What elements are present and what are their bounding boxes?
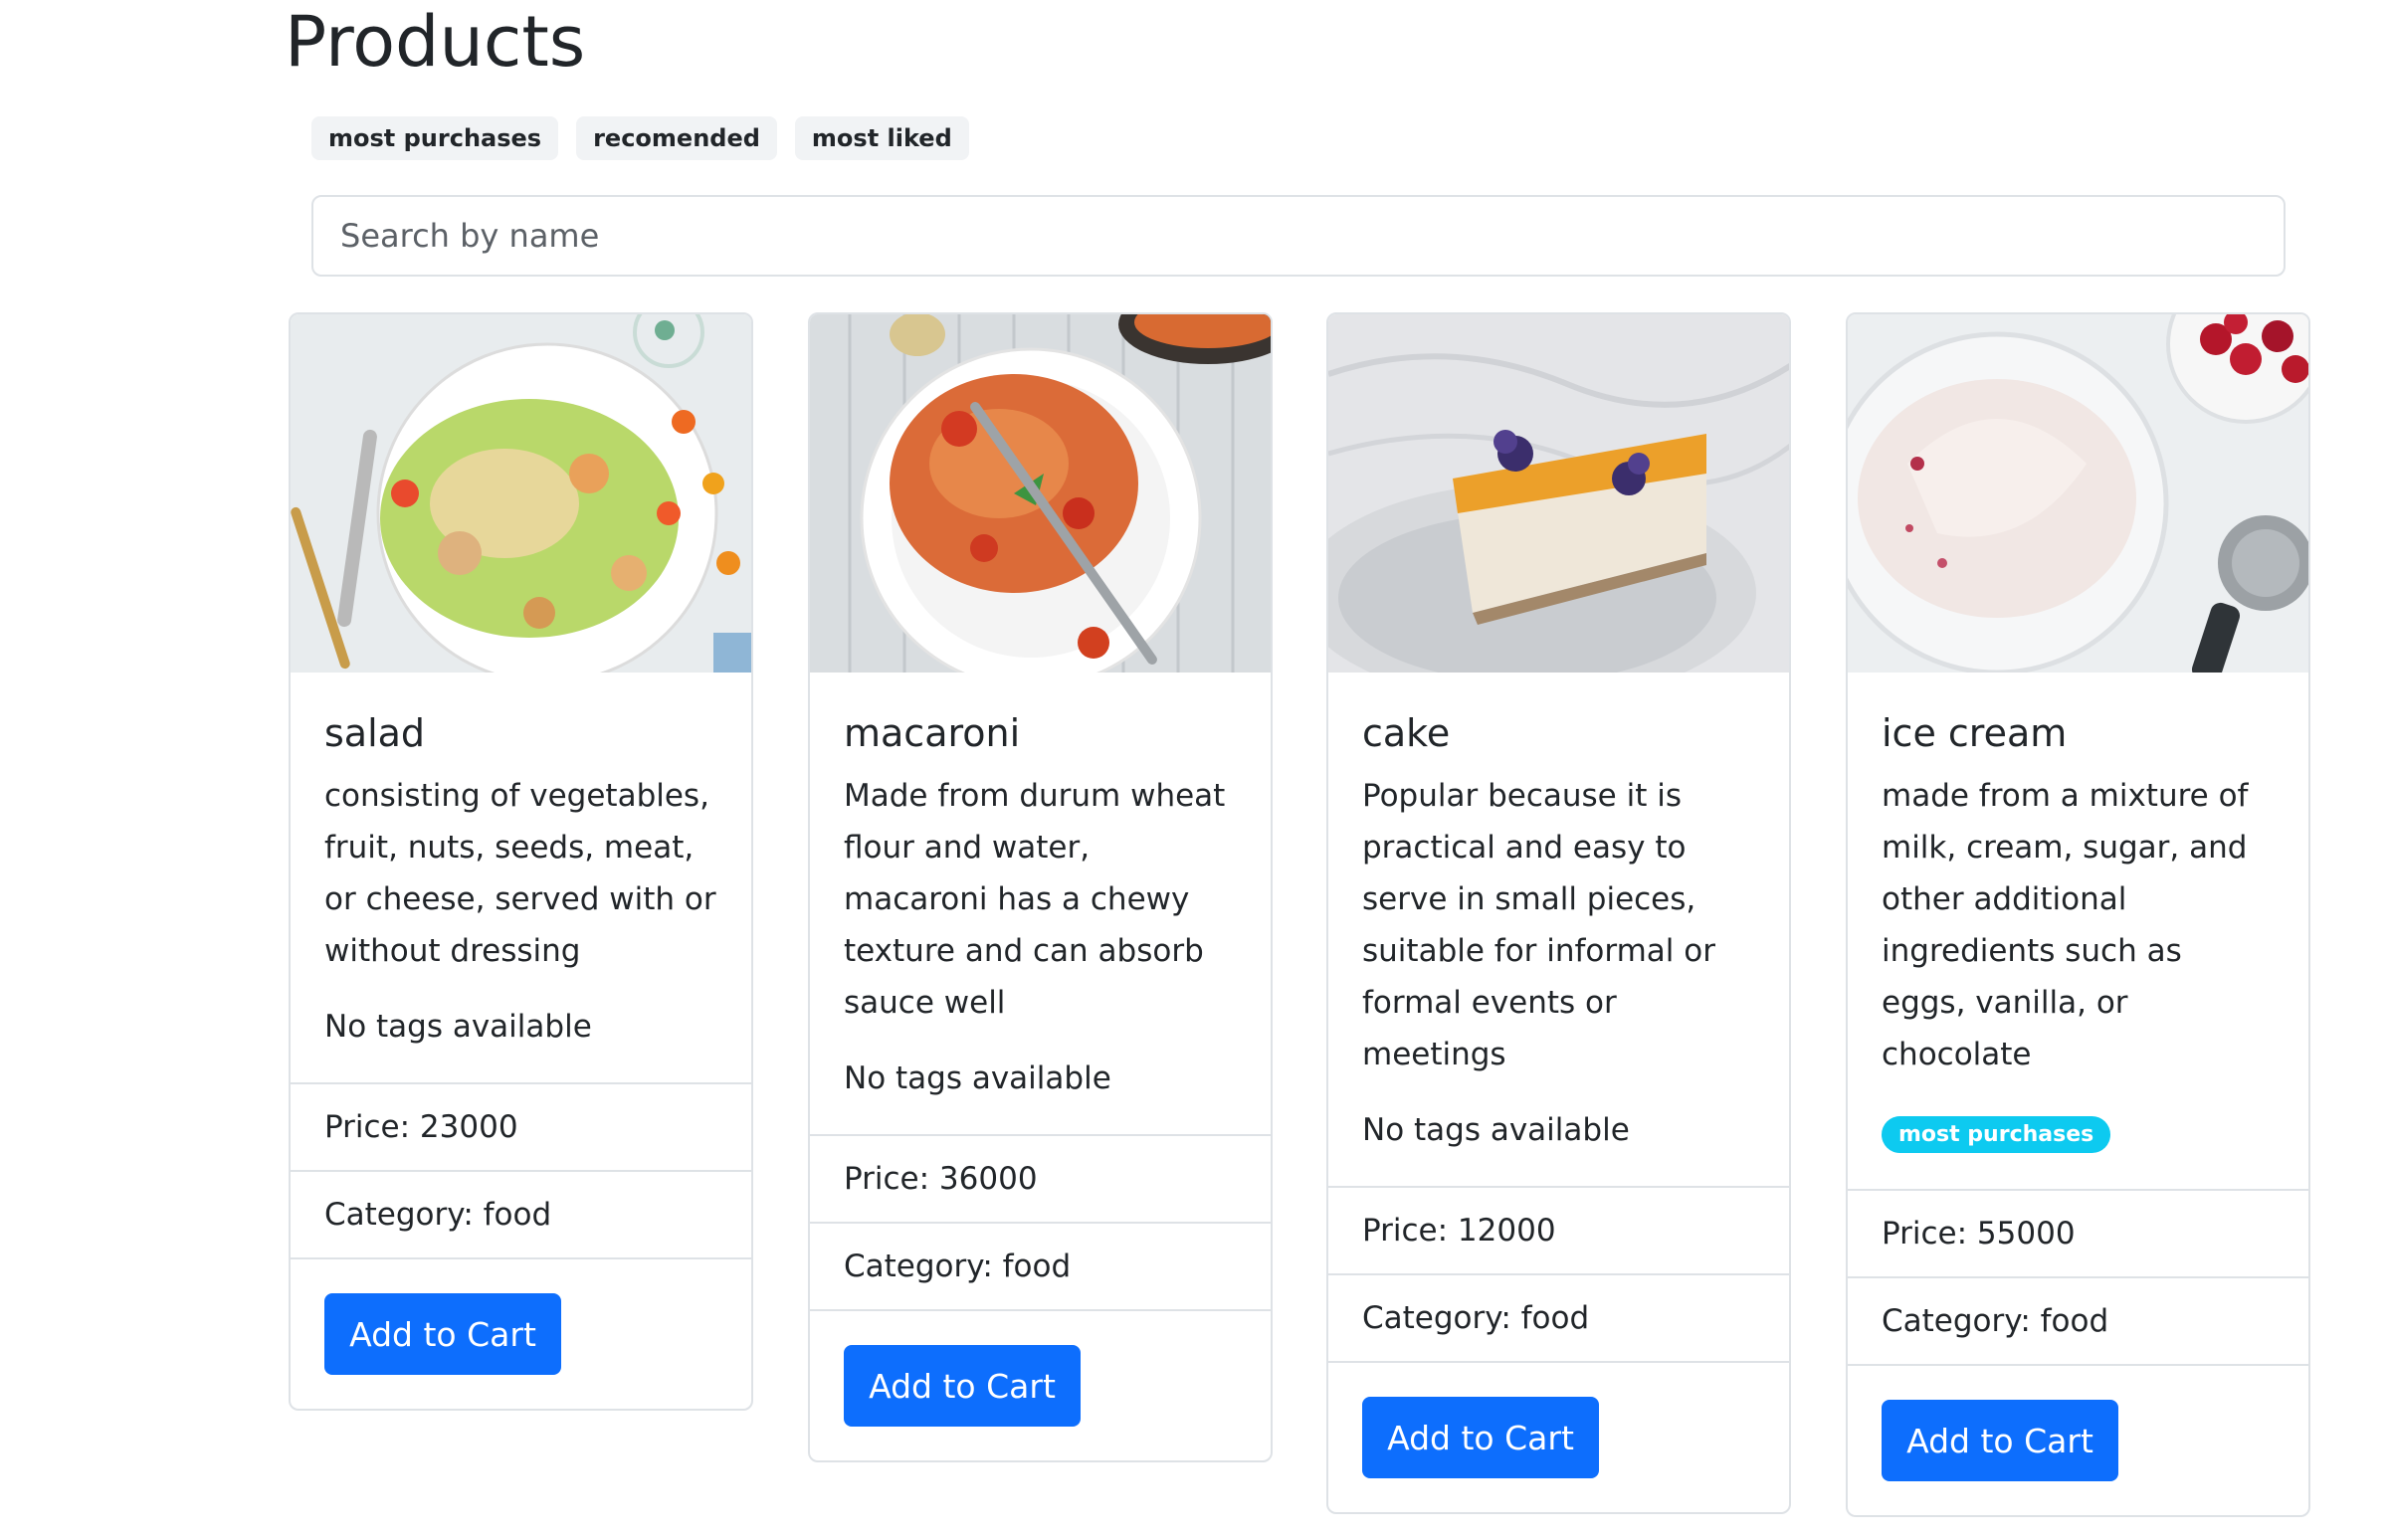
- product-image-cake: [1328, 314, 1789, 673]
- card-footer: Add to Cart: [1328, 1361, 1789, 1512]
- product-price: Price: 36000: [810, 1134, 1271, 1222]
- search-input[interactable]: [311, 195, 2286, 277]
- page-title: Products: [285, 1, 586, 83]
- add-to-cart-button[interactable]: Add to Cart: [1882, 1400, 2118, 1481]
- product-card-macaroni: macaroni Made from durum wheat flour and…: [808, 312, 1273, 1462]
- product-category: Category: food: [1328, 1273, 1789, 1361]
- tag-badge: most purchases: [1882, 1116, 2111, 1153]
- product-card-ice-cream: ice cream made from a mixture of milk, c…: [1846, 312, 2310, 1517]
- add-to-cart-button[interactable]: Add to Cart: [324, 1293, 561, 1375]
- card-body: macaroni Made from durum wheat flour and…: [810, 673, 1271, 1134]
- product-description: Made from durum wheat flour and water, m…: [844, 778, 1226, 1021]
- product-category: Category: food: [810, 1222, 1271, 1309]
- card-body: ice cream made from a mixture of milk, c…: [1848, 673, 2308, 1189]
- product-description: made from a mixture of milk, cream, suga…: [1882, 778, 2249, 1072]
- no-tags-text: No tags available: [1362, 1112, 1630, 1148]
- product-name: salad: [324, 711, 426, 755]
- product-category: Category: food: [1848, 1276, 2308, 1364]
- filter-most-purchases-button[interactable]: most purchases: [311, 116, 559, 160]
- product-name: macaroni: [844, 711, 1021, 755]
- product-price: Price: 23000: [291, 1082, 751, 1170]
- product-name: cake: [1362, 711, 1451, 755]
- product-price: Price: 55000: [1848, 1189, 2308, 1276]
- product-category: Category: food: [291, 1170, 751, 1257]
- card-footer: Add to Cart: [1848, 1364, 2308, 1515]
- card-body: salad consisting of vegetables, fruit, n…: [291, 673, 751, 1082]
- add-to-cart-button[interactable]: Add to Cart: [844, 1345, 1081, 1427]
- product-image-ice-cream: [1848, 314, 2308, 673]
- product-card-salad: salad consisting of vegetables, fruit, n…: [289, 312, 753, 1411]
- filter-bar: most purchases recomended most liked: [311, 116, 969, 160]
- filter-recomended-button[interactable]: recomended: [576, 116, 777, 160]
- product-description: Popular because it is practical and easy…: [1362, 778, 1715, 1072]
- filter-most-liked-button[interactable]: most liked: [794, 116, 969, 160]
- product-name: ice cream: [1882, 711, 2068, 755]
- add-to-cart-button[interactable]: Add to Cart: [1362, 1397, 1599, 1478]
- product-price: Price: 12000: [1328, 1186, 1789, 1273]
- no-tags-text: No tags available: [324, 1009, 592, 1045]
- card-body: cake Popular because it is practical and…: [1328, 673, 1789, 1186]
- no-tags-text: No tags available: [844, 1060, 1111, 1096]
- card-footer: Add to Cart: [291, 1257, 751, 1409]
- product-description: consisting of vegetables, fruit, nuts, s…: [324, 778, 716, 969]
- product-card-cake: cake Popular because it is practical and…: [1326, 312, 1791, 1514]
- product-image-macaroni: [810, 314, 1271, 673]
- card-footer: Add to Cart: [810, 1309, 1271, 1460]
- product-image-salad: [291, 314, 751, 673]
